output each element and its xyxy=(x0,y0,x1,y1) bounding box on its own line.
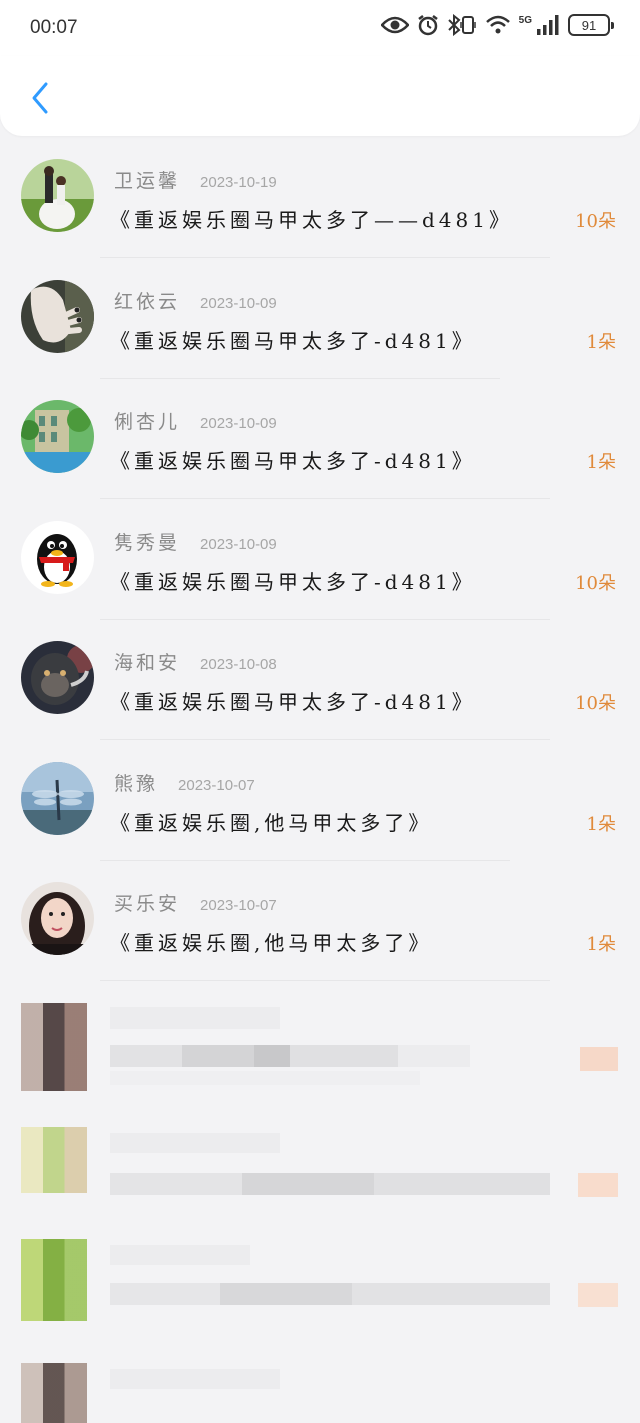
gift-title: 《重返娱乐圈马甲太多了-d481》 xyxy=(110,328,476,353)
chevron-left-icon xyxy=(32,82,48,114)
sender-name: 隽秀曼 xyxy=(114,531,181,554)
pixelated-avatar xyxy=(21,1239,87,1321)
bluetooth-vibrate-icon xyxy=(447,14,477,36)
sender-name: 卫运馨 xyxy=(114,170,181,192)
sender-name: 买乐安 xyxy=(114,893,181,915)
divider xyxy=(100,498,550,499)
gift-date: 2023-10-09 xyxy=(200,294,277,312)
gift-title: 《重返娱乐圈,他马甲太多了》 xyxy=(110,931,433,955)
gift-date: 2023-10-19 xyxy=(200,174,277,191)
gift-date: 2023-10-09 xyxy=(200,535,277,553)
gift-list: 卫运馨 2023-10-19 《重返娱乐圈马甲太多了——d481》 10朵 红依… xyxy=(0,152,640,996)
status-bar: 00:07 5G 91 xyxy=(0,0,640,56)
gift-count: 1朵 xyxy=(586,452,616,473)
pixelated-text-block xyxy=(110,1283,550,1305)
pixelated-text-block xyxy=(110,1071,420,1085)
pixelated-avatar xyxy=(21,1003,87,1091)
list-item[interactable]: 海和安 2023-10-08 《重返娱乐圈马甲太多了-d481》 10朵 xyxy=(0,634,640,755)
name-line: 卫运馨 2023-10-19 xyxy=(114,166,277,193)
penguin-avatar[interactable] xyxy=(21,520,94,594)
gift-date: 2023-10-08 xyxy=(200,656,277,673)
sender-name: 熊豫 xyxy=(114,772,159,795)
gift-title: 《重返娱乐圈马甲太多了-d481》 xyxy=(110,690,476,714)
pixelated-text-block xyxy=(110,1045,470,1067)
divider xyxy=(100,859,510,861)
pixelated-text-block xyxy=(110,1369,280,1389)
divider xyxy=(100,257,550,258)
battery-level: 91 xyxy=(581,17,597,33)
pixelated-avatar xyxy=(21,1363,87,1423)
gift-count: 1朵 xyxy=(586,331,616,353)
gift-title: 《重返娱乐圈,他马甲太多了》 xyxy=(110,810,433,835)
pixelated-text-block xyxy=(110,1007,280,1029)
eye-icon xyxy=(380,15,409,35)
status-icons: 5G 91 xyxy=(380,14,614,36)
nav-bar xyxy=(0,56,640,136)
gift-count: 10朵 xyxy=(575,693,616,714)
battery-icon: 91 xyxy=(568,14,614,36)
divider xyxy=(100,739,550,740)
sender-name: 红依云 xyxy=(114,290,181,313)
pixelated-text-block xyxy=(110,1245,250,1265)
hand-photo-avatar[interactable] xyxy=(21,279,94,353)
list-item[interactable]: 熊豫 2023-10-07 《重返娱乐圈,他马甲太多了》 1朵 xyxy=(0,755,640,876)
gift-title: 《重返娱乐圈马甲太多了-d481》 xyxy=(110,449,476,473)
pixelated-count xyxy=(578,1283,618,1307)
list-item[interactable]: 买乐安 2023-10-07 《重返娱乐圈,他马甲太多了》 1朵 xyxy=(0,875,640,996)
pixelated-obscured-area xyxy=(0,995,640,1423)
divider xyxy=(100,618,550,620)
woman-portrait-avatar[interactable] xyxy=(21,882,94,955)
list-item[interactable]: 隽秀曼 2023-10-09 《重返娱乐圈马甲太多了-d481》 10朵 xyxy=(0,514,640,635)
network-type: 5G xyxy=(518,14,532,26)
dragonfly-photo-avatar[interactable] xyxy=(21,761,94,835)
gift-count: 1朵 xyxy=(586,813,616,835)
wedding-photo-avatar[interactable] xyxy=(21,159,94,232)
wifi-icon xyxy=(485,15,511,35)
gift-title: 《重返娱乐圈马甲太多了——d481》 xyxy=(110,208,513,232)
pixelated-avatar xyxy=(21,1127,87,1193)
gift-date: 2023-10-09 xyxy=(200,415,277,432)
pixelated-count xyxy=(580,1047,618,1071)
back-button[interactable] xyxy=(20,76,60,120)
gift-count: 10朵 xyxy=(575,211,616,232)
name-line: 红依云 2023-10-09 xyxy=(114,287,277,314)
list-item[interactable]: 卫运馨 2023-10-19 《重返娱乐圈马甲太多了——d481》 10朵 xyxy=(0,152,640,273)
list-item[interactable]: 俐杏儿 2023-10-09 《重返娱乐圈马甲太多了-d481》 1朵 xyxy=(0,393,640,514)
castle-photo-avatar[interactable] xyxy=(21,400,94,473)
gift-title: 《重返娱乐圈马甲太多了-d481》 xyxy=(110,569,476,594)
name-line: 海和安 2023-10-08 xyxy=(114,648,277,675)
sender-name: 海和安 xyxy=(114,652,181,674)
alarm-icon xyxy=(417,14,439,36)
pixelated-count xyxy=(578,1173,618,1197)
sender-name: 俐杏儿 xyxy=(114,411,181,433)
name-line: 熊豫 2023-10-07 xyxy=(114,769,255,796)
gift-date: 2023-10-07 xyxy=(178,776,255,794)
name-line: 俐杏儿 2023-10-09 xyxy=(114,407,277,434)
pixelated-text-block xyxy=(110,1133,280,1153)
list-item[interactable]: 红依云 2023-10-09 《重返娱乐圈马甲太多了-d481》 1朵 xyxy=(0,273,640,394)
status-time: 00:07 xyxy=(30,17,78,38)
divider xyxy=(100,980,550,981)
pixelated-text-block xyxy=(110,1173,550,1195)
gift-count: 1朵 xyxy=(586,934,616,955)
signal-icon xyxy=(536,15,560,35)
gift-date: 2023-10-07 xyxy=(200,897,277,914)
gift-count: 10朵 xyxy=(575,572,616,594)
name-line: 隽秀曼 2023-10-09 xyxy=(114,528,277,555)
name-line: 买乐安 2023-10-07 xyxy=(114,889,277,916)
divider xyxy=(100,377,500,379)
gorilla-photo-avatar[interactable] xyxy=(21,641,94,714)
